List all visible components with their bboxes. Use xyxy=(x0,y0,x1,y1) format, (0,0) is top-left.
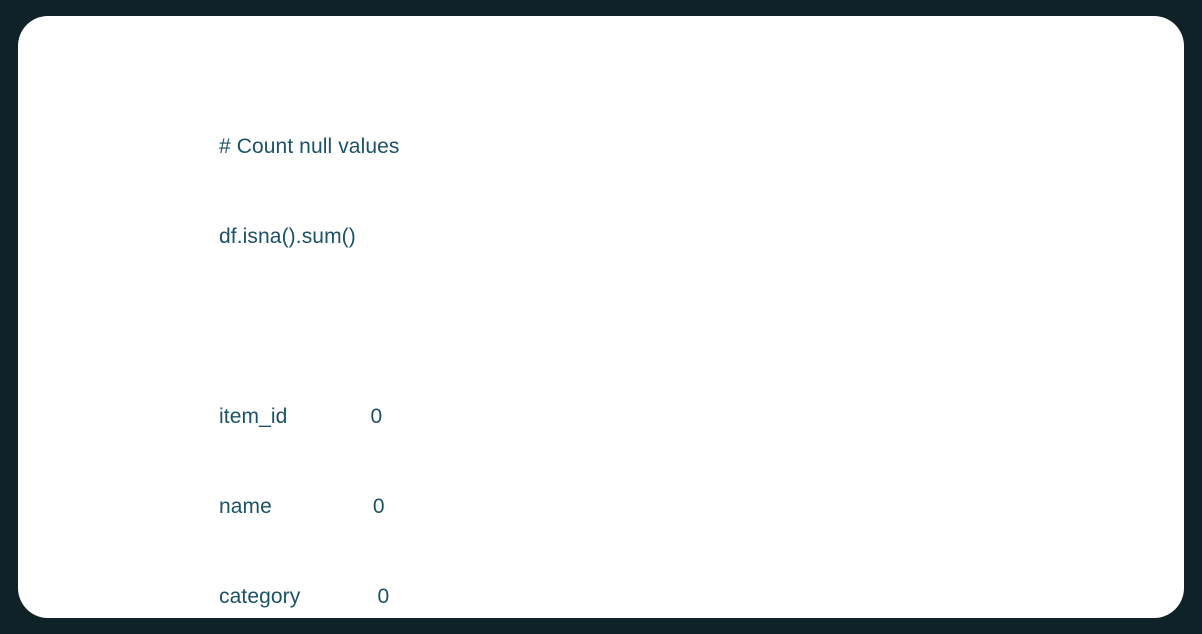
blank-separator-line xyxy=(219,312,416,342)
pandas-output-block: # Count null values df.isna().sum() item… xyxy=(219,72,416,618)
code-line: df.isna().sum() xyxy=(219,225,356,248)
comment-line: # Count null values xyxy=(219,135,400,158)
table-row: item_id 0 xyxy=(219,405,383,428)
screen-root: # Count null values df.isna().sum() item… xyxy=(0,0,1202,634)
output-card: # Count null values df.isna().sum() item… xyxy=(18,16,1184,618)
table-row: name 0 xyxy=(219,495,385,518)
table-row: category 0 xyxy=(219,585,390,608)
